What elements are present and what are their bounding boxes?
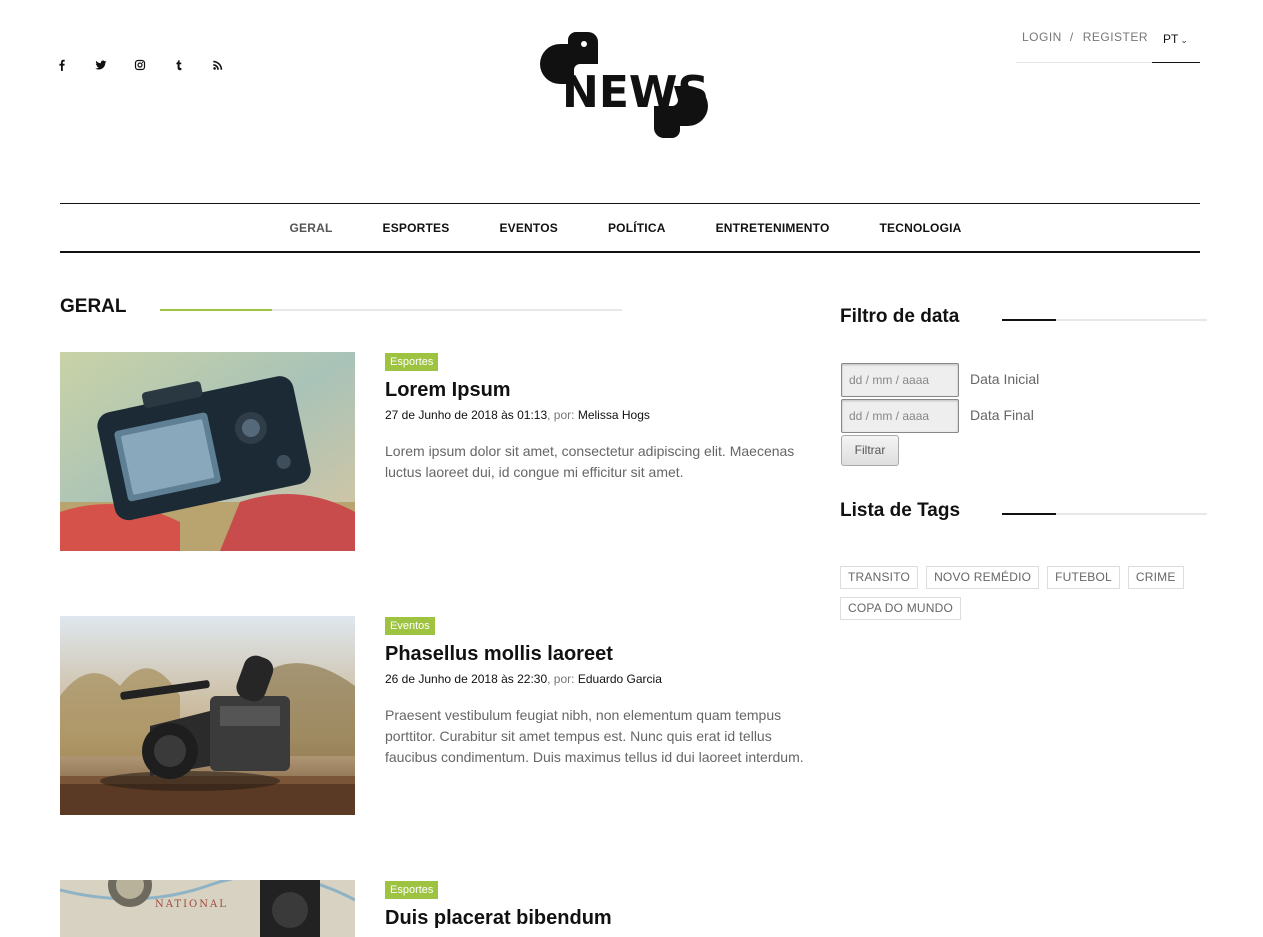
- date-filter-title: Filtro de data: [840, 306, 960, 327]
- section-divider: [160, 309, 622, 311]
- nav-item-geral[interactable]: GERAL: [289, 221, 332, 235]
- article-by-label: , por:: [547, 672, 575, 686]
- site-logo[interactable]: NEWS: [540, 30, 720, 152]
- article-author[interactable]: Eduardo Garcia: [578, 672, 662, 686]
- main-nav: GERAL ESPORTES EVENTOS POLÍTICA ENTRETEN…: [60, 203, 1200, 253]
- register-link[interactable]: REGISTER: [1083, 30, 1148, 44]
- start-date-label: Data Inicial: [970, 371, 1040, 387]
- tags-divider: [1002, 513, 1207, 515]
- rss-icon[interactable]: [212, 57, 251, 73]
- auth-bar: LOGIN / REGISTER PT ⌄: [1016, 30, 1200, 63]
- date-filter-divider: [1002, 319, 1207, 321]
- article-date: 27 de Junho de 2018 às 01:13: [385, 408, 548, 422]
- map-image-text: NATIONAL: [155, 899, 228, 910]
- article-author[interactable]: Melissa Hogs: [578, 408, 650, 422]
- article-title[interactable]: Lorem Ipsum: [385, 377, 815, 403]
- auth-separator: /: [1069, 30, 1074, 44]
- tag-item[interactable]: CRIME: [1127, 566, 1184, 589]
- end-date-label: Data Final: [970, 407, 1034, 423]
- article-image-map[interactable]: NATIONAL: [60, 880, 355, 937]
- article-title[interactable]: Phasellus mollis laoreet: [385, 641, 815, 667]
- article-meta: 26 de Junho de 2018 às 22:30, por: Eduar…: [385, 672, 815, 686]
- article-body: Esportes Lorem Ipsum 27 de Junho de 2018…: [385, 352, 815, 483]
- section-title: GERAL: [60, 296, 127, 317]
- nav-item-tecnologia[interactable]: TECNOLOGIA: [880, 221, 962, 235]
- article-excerpt: Lorem ipsum dolor sit amet, consectetur …: [385, 443, 795, 480]
- tag-list: TRANSITO NOVO REMÉDIO FUTEBOL CRIME COPA…: [840, 566, 1210, 628]
- article-card: Eventos Phasellus mollis laoreet 26 de J…: [60, 616, 820, 816]
- tag-item[interactable]: NOVO REMÉDIO: [926, 566, 1040, 589]
- nav-item-entretenimento[interactable]: ENTRETENIMENTO: [716, 221, 830, 235]
- nav-item-politica[interactable]: POLÍTICA: [608, 221, 666, 235]
- article-card: Esportes Lorem Ipsum 27 de Junho de 2018…: [60, 352, 820, 552]
- article-image-camera[interactable]: [60, 352, 355, 551]
- article-excerpt: Praesent vestibulum feugiat nibh, non el…: [385, 707, 804, 765]
- facebook-icon[interactable]: [56, 57, 95, 73]
- article-body: Esportes Duis placerat bibendum: [385, 880, 815, 931]
- nav-item-eventos[interactable]: EVENTOS: [499, 221, 558, 235]
- twitter-icon[interactable]: [95, 57, 134, 73]
- tag-item[interactable]: TRANSITO: [840, 566, 919, 589]
- instagram-icon[interactable]: [134, 57, 173, 73]
- tag-item[interactable]: COPA DO MUNDO: [840, 597, 962, 620]
- article-image-video-camera[interactable]: [60, 616, 355, 815]
- end-date-input[interactable]: dd / mm / aaaa: [841, 399, 959, 433]
- social-links: [56, 57, 251, 73]
- tumblr-icon[interactable]: [173, 57, 212, 73]
- article-body: Eventos Phasellus mollis laoreet 26 de J…: [385, 616, 815, 768]
- language-selector[interactable]: PT ⌄: [1152, 30, 1200, 63]
- tag-item[interactable]: FUTEBOL: [1047, 566, 1120, 589]
- category-badge[interactable]: Esportes: [385, 881, 439, 899]
- article-date: 26 de Junho de 2018 às 22:30: [385, 672, 548, 686]
- article-by-label: , por:: [547, 408, 575, 422]
- nav-item-esportes[interactable]: ESPORTES: [382, 221, 449, 235]
- article-card: NATIONAL Esportes Duis placerat bibendum: [60, 880, 820, 937]
- category-badge[interactable]: Eventos: [385, 617, 435, 635]
- chevron-down-icon: ⌄: [1180, 35, 1188, 45]
- auth-links: LOGIN / REGISTER: [1022, 30, 1148, 44]
- start-date-input[interactable]: dd / mm / aaaa: [841, 363, 959, 397]
- language-value: PT: [1163, 32, 1179, 46]
- filter-button[interactable]: Filtrar: [841, 435, 899, 466]
- article-meta: 27 de Junho de 2018 às 01:13, por: Melis…: [385, 408, 815, 422]
- tags-title: Lista de Tags: [840, 500, 961, 521]
- category-badge[interactable]: Esportes: [385, 353, 439, 371]
- login-link[interactable]: LOGIN: [1022, 30, 1062, 44]
- article-title[interactable]: Duis placerat bibendum: [385, 905, 815, 931]
- logo-text: NEWS: [562, 67, 709, 118]
